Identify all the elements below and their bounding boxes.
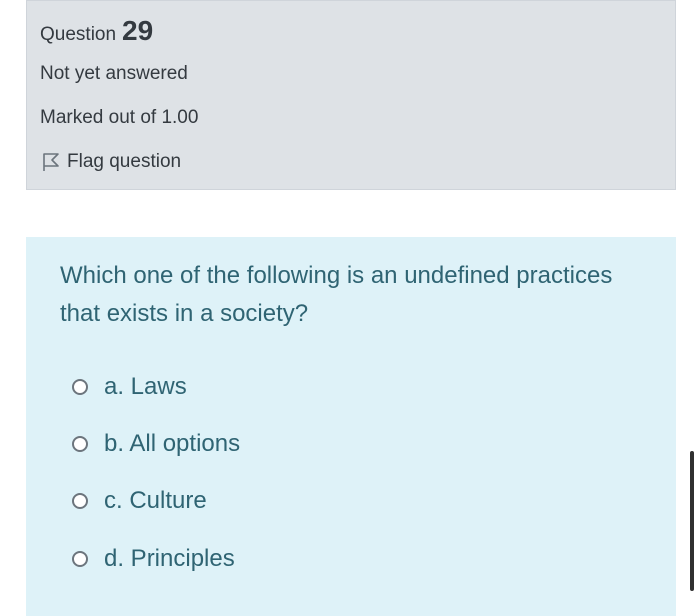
- radio-button-c[interactable]: [72, 493, 88, 509]
- answer-option-a[interactable]: a. Laws: [72, 373, 187, 401]
- answer-label-a: a. Laws: [104, 373, 187, 400]
- radio-button-b[interactable]: [72, 436, 88, 452]
- question-label: Question: [40, 24, 117, 45]
- question-grade: Marked out of 1.00: [40, 107, 199, 128]
- answer-option-c[interactable]: c. Culture: [72, 487, 207, 515]
- question-content-panel: Which one of the following is an undefin…: [26, 237, 676, 616]
- radio-button-d[interactable]: [72, 551, 88, 567]
- answer-label-d: d. Principles: [104, 545, 235, 572]
- radio-button-a[interactable]: [72, 379, 88, 395]
- flag-question-link[interactable]: Flag question: [40, 151, 181, 173]
- answer-label-b: b. All options: [104, 430, 241, 457]
- page-scrollbar[interactable]: [690, 451, 694, 591]
- answer-option-b[interactable]: b. All options: [72, 430, 240, 458]
- question-state: Not yet answered: [40, 63, 188, 84]
- question-info-panel: Question 29 Not yet answered Marked out o…: [26, 0, 676, 190]
- answer-label-c: c. Culture: [104, 487, 207, 514]
- flag-question-label: Flag question: [67, 151, 182, 172]
- question-number: 29: [122, 15, 154, 46]
- question-text: Which one of the following is an undefin…: [60, 262, 613, 327]
- answer-option-d[interactable]: d. Principles: [72, 545, 235, 573]
- question-number-heading: Question 29: [40, 15, 153, 47]
- flag-icon: [40, 151, 62, 173]
